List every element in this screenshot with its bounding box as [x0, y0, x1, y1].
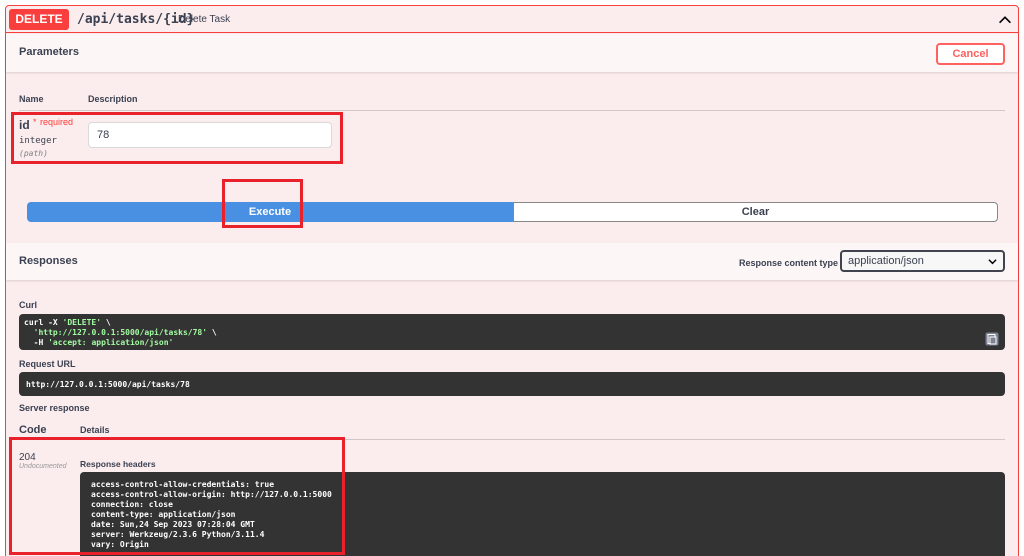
- column-code-header: Code: [19, 424, 47, 436]
- request-url-label: Request URL: [19, 359, 76, 369]
- chevron-down-icon: [988, 259, 997, 265]
- curl-code-block[interactable]: curl -X 'DELETE' \ 'http://127.0.0.1:500…: [19, 314, 1005, 350]
- method-badge: DELETE: [9, 9, 69, 30]
- required-label: required: [40, 117, 74, 127]
- cancel-button[interactable]: Cancel: [936, 43, 1005, 65]
- header-line: access-control-allow-origin: http://127.…: [91, 490, 332, 499]
- clear-button[interactable]: Clear: [513, 202, 998, 222]
- header-line: content-type: application/json: [91, 510, 236, 519]
- responses-title: Responses: [19, 255, 78, 267]
- content-type-select[interactable]: application/json: [840, 250, 1005, 272]
- column-details-header: Details: [80, 425, 110, 435]
- column-description-header: Description: [88, 94, 138, 104]
- curl-line: -H 'accept: application/json': [24, 338, 174, 347]
- delete-operation-block: DELETE /api/tasks/{id} Delete Task Param…: [5, 5, 1019, 556]
- param-location: (path): [19, 149, 48, 158]
- response-code: 204: [19, 452, 36, 463]
- chevron-up-icon[interactable]: [996, 11, 1014, 29]
- endpoint-path: /api/tasks/{id}: [77, 12, 195, 27]
- operation-summary[interactable]: DELETE /api/tasks/{id} Delete Task: [6, 6, 1018, 33]
- curl-line: curl -X 'DELETE' \: [24, 318, 111, 327]
- curl-label: Curl: [19, 300, 37, 310]
- parameters-title: Parameters: [19, 46, 79, 58]
- content-type-value: application/json: [848, 255, 924, 267]
- column-name-header: Name: [19, 94, 44, 104]
- header-line: access-control-allow-credentials: true: [91, 480, 275, 489]
- server-response-label: Server response: [19, 403, 90, 413]
- request-url: http://127.0.0.1:5000/api/tasks/78: [26, 380, 190, 389]
- execute-button[interactable]: Execute: [27, 202, 513, 222]
- id-input[interactable]: 78: [88, 122, 332, 148]
- curl-line: 'http://127.0.0.1:5000/api/tasks/78' \: [33, 328, 217, 337]
- request-url-block: http://127.0.0.1:5000/api/tasks/78: [19, 372, 1005, 396]
- response-headers-block: access-control-allow-credentials: true a…: [80, 472, 1005, 556]
- header-line: vary: Origin: [91, 540, 149, 549]
- header-line: date: Sun,24 Sep 2023 07:28:04 GMT: [91, 520, 255, 529]
- parameters-header: Parameters Cancel: [6, 34, 1018, 72]
- divider: [19, 110, 1005, 111]
- response-headers-label: Response headers: [80, 459, 156, 469]
- header-line: connection: close: [91, 500, 173, 509]
- header-line: server: Werkzeug/2.3.6 Python/3.11.4: [91, 530, 265, 539]
- operation-description: Delete Task: [178, 14, 231, 25]
- content-type-label: Response content type: [739, 258, 839, 268]
- param-type: integer: [19, 136, 57, 146]
- param-name: id: [19, 118, 30, 132]
- divider: [19, 439, 1005, 440]
- copy-icon[interactable]: [985, 332, 999, 346]
- required-star: *: [33, 117, 37, 127]
- response-undocumented-note: Undocumented: [19, 463, 67, 470]
